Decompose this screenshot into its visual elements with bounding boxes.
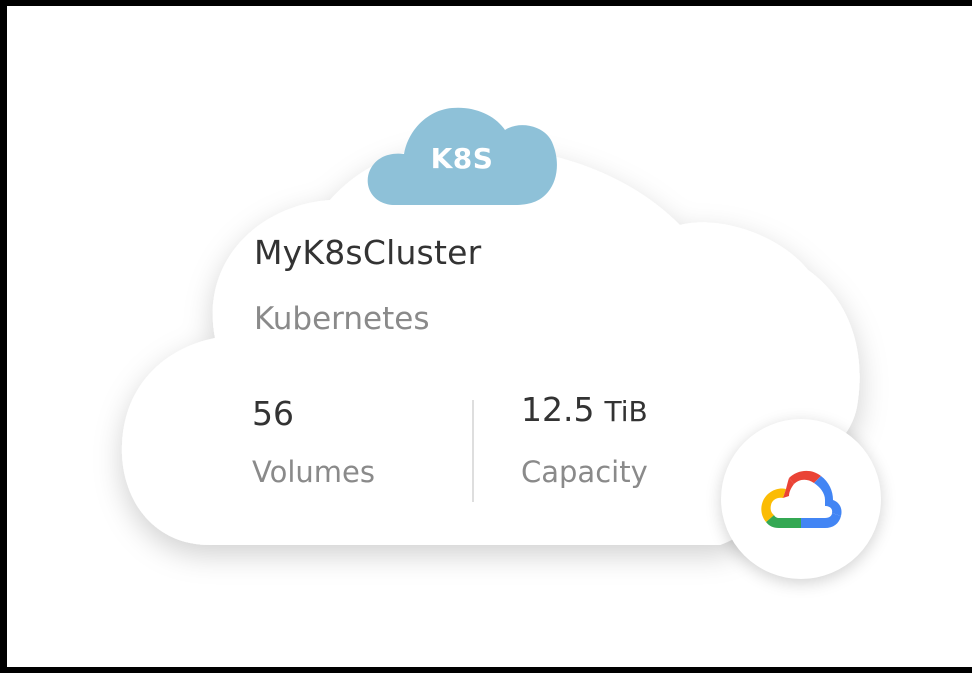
capacity-unit: TiB — [604, 395, 648, 428]
stats-divider — [472, 400, 474, 502]
capacity-label: Capacity — [521, 455, 648, 489]
cluster-type: Kubernetes — [254, 301, 430, 337]
cluster-name[interactable]: MyK8sCluster — [254, 233, 481, 272]
google-cloud-icon — [761, 470, 842, 528]
cluster-badge: K8S — [430, 142, 494, 175]
volumes-label: Volumes — [252, 455, 375, 489]
capacity-value: 12.5 — [521, 390, 595, 429]
volumes-count: 56 — [252, 394, 294, 433]
capacity-value-group: 12.5 TiB — [521, 390, 648, 429]
provider-button[interactable] — [721, 419, 881, 579]
